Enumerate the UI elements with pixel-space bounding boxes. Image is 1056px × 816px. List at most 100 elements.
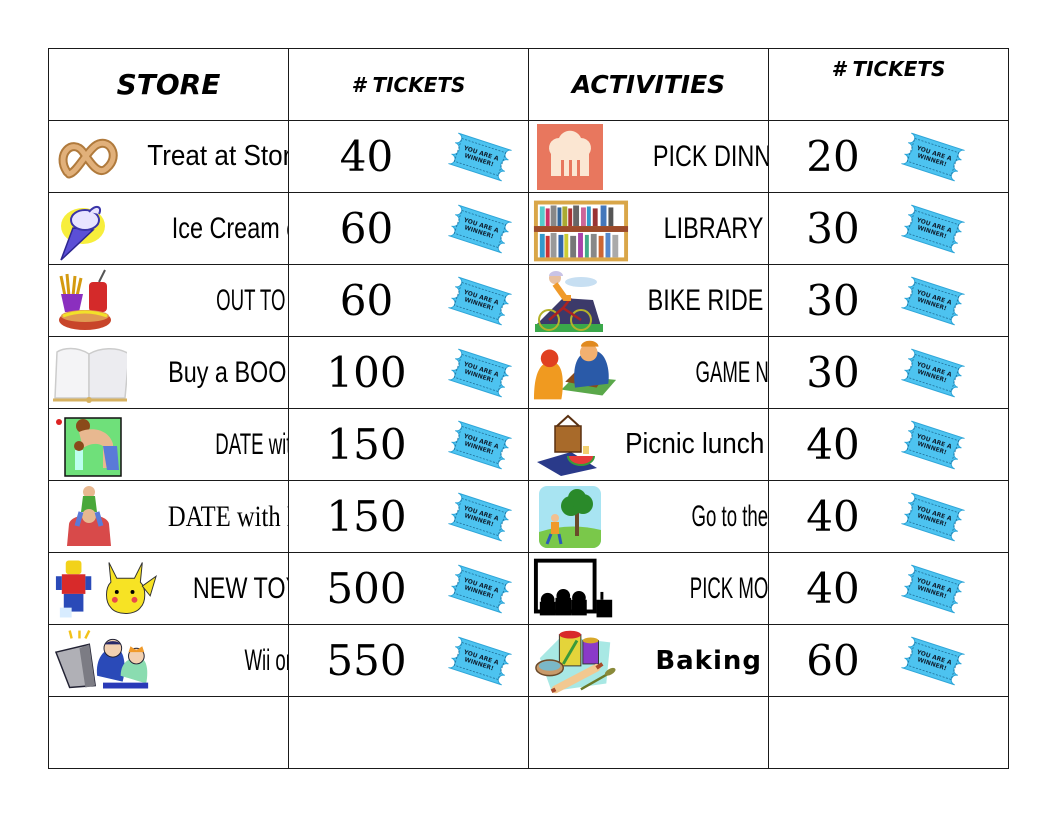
store-header: STORE [48,48,289,121]
ticket-icon [897,633,969,689]
table-row: Ice Cream out 60 LIBRARY 30 [48,192,1009,265]
store-item-label: Wii or 3DS game [244,643,287,677]
ticket-count: 100 [326,348,407,397]
ticket-icon [897,417,969,473]
store-tickets-cell: 40 [288,120,529,193]
table-row: OUT TO LUNCH 60 BIKE RIDE 30 [48,264,1009,337]
activity-item: Baking [528,624,769,697]
activity-item-label: PICK DINNER [652,139,768,173]
activity-tickets-cell: 30 [768,192,1009,265]
picnic-icon [531,411,609,479]
table-row: DATE with DAD 150 Go to the PARK 40 [48,480,1009,553]
ticket-icon [444,273,516,329]
bookshelf-icon [531,195,631,263]
table-row: Buy a BOOK 100 GAME NIGHT 30 [48,336,1009,409]
activity-item-label: Baking [655,645,762,676]
store-item-label: Ice Cream out [171,211,288,245]
store-item-label: NEW TOY [192,571,288,605]
activity-tickets-cell: 30 [768,336,1009,409]
board-game-icon [531,339,621,407]
ticket-count: 40 [339,132,394,181]
activity-tickets-cell: 60 [768,624,1009,697]
lunch-icon [51,267,129,335]
activity-tickets-cell: 40 [768,480,1009,553]
store-item: Ice Cream out [48,192,289,265]
activity-item-label: PICK MOVIE [689,571,769,605]
ticket-icon [897,489,969,545]
ticket-icon [444,489,516,545]
ticket-icon [444,129,516,185]
ticket-icon [897,201,969,257]
ticket-count: 30 [806,348,860,397]
activity-item: PICK MOVIE [528,552,769,625]
table-row: NEW TOY 500 PICK MOVIE 40 [48,552,1009,625]
activity-item: GAME NIGHT [528,336,769,409]
ticket-count: 30 [806,204,860,253]
empty-row [48,696,1009,769]
store-item: Treat at Store [48,120,289,193]
ticket-count: 40 [806,492,860,541]
store-item-label: Buy a BOOK [168,355,287,389]
ticket-count: 30 [806,276,860,325]
rewards-chart-table: STORE # TICKETS ACTIVITIES # TICKETS Tre… [48,48,1009,769]
movie-icon [531,555,621,623]
activity-tickets-cell: 40 [768,552,1009,625]
activity-tickets-cell: 20 [768,120,1009,193]
header-row: STORE # TICKETS ACTIVITIES # TICKETS [48,48,1009,121]
table-row: DATE with MOM 150 Picnic lunch 40 [48,408,1009,481]
empty-cell [768,696,1009,769]
store-item: DATE with DAD [48,480,289,553]
ticket-count: 60 [339,276,394,325]
store-tickets-cell: 150 [288,480,529,553]
ticket-icon [897,129,969,185]
table-row: Treat at Store 40 PICK DINNER 20 [48,120,1009,193]
toy-icon [51,555,161,623]
activity-item-label: LIBRARY [663,211,764,245]
ticket-icon [897,273,969,329]
activity-tickets-cell: 40 [768,408,1009,481]
activity-item: BIKE RIDE [528,264,769,337]
store-tickets-cell: 150 [288,408,529,481]
activities-tickets-header: # TICKETS [768,48,1009,121]
store-item-label: DATE with DAD [167,499,288,533]
ticket-icon [444,417,516,473]
empty-cell [528,696,769,769]
store-item-label: DATE with MOM [215,427,287,461]
store-item: DATE with MOM [48,408,289,481]
mom-icon [51,411,129,479]
store-item-label: OUT TO LUNCH [216,283,287,317]
activities-header: ACTIVITIES [528,48,769,121]
store-tickets-cell: 60 [288,192,529,265]
store-tickets-cell: 550 [288,624,529,697]
store-item-label: Treat at Store [147,140,287,172]
ticket-icon [444,201,516,257]
activity-item-label: GAME NIGHT [695,355,769,389]
ticket-icon [444,561,516,617]
ticket-count: 40 [806,420,860,469]
empty-cell [288,696,529,769]
store-tickets-cell: 60 [288,264,529,337]
activity-item-label: Picnic lunch [625,428,765,460]
video-game-icon [51,627,156,695]
activity-item: Picnic lunch [528,408,769,481]
ticket-count: 60 [339,204,394,253]
ticket-count: 150 [326,492,407,541]
ticket-count: 20 [806,132,860,181]
store-tickets-header: # TICKETS [288,48,529,121]
store-item: NEW TOY [48,552,289,625]
ticket-icon [897,561,969,617]
store-item: Buy a BOOK [48,336,289,409]
store-tickets-cell: 500 [288,552,529,625]
dad-icon [51,483,129,551]
book-icon [51,339,129,407]
chef-hat-icon [531,123,609,191]
store-item: OUT TO LUNCH [48,264,289,337]
activity-tickets-cell: 30 [768,264,1009,337]
activity-item: LIBRARY [528,192,769,265]
ticket-count: 60 [806,636,860,685]
empty-cell [48,696,289,769]
ticket-count: 500 [326,564,407,613]
activity-item: PICK DINNER [528,120,769,193]
park-icon [531,483,609,551]
ticket-icon [897,345,969,401]
